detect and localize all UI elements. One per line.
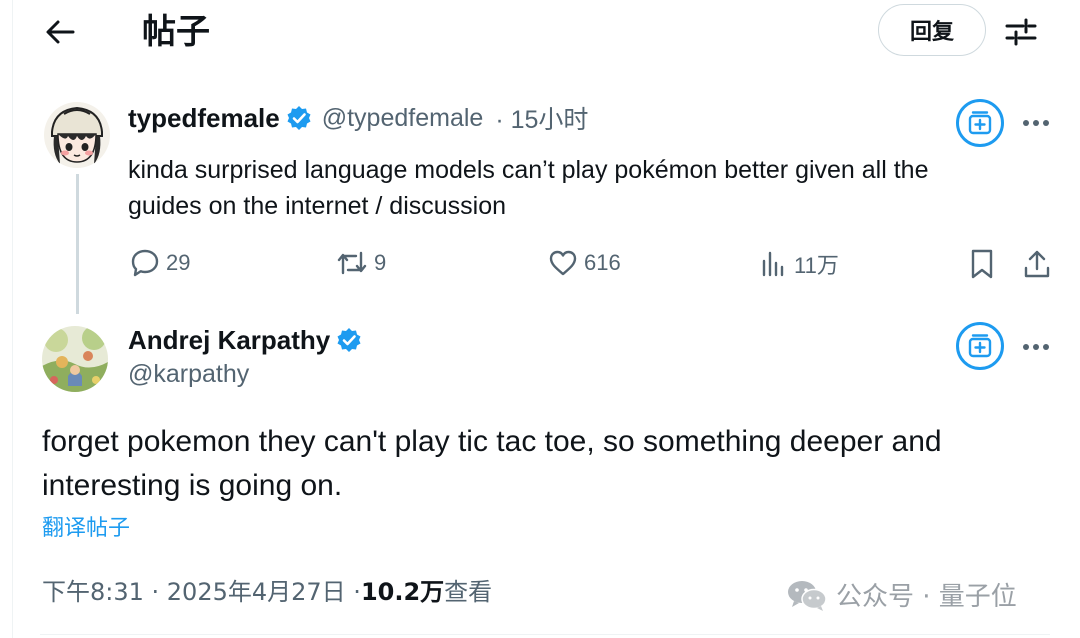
header: 帖子 回复 [0, 0, 1080, 64]
bookmark-icon [971, 249, 993, 279]
parent-time[interactable]: · 15小时 [495, 100, 588, 136]
like-action[interactable]: 616 [548, 248, 621, 278]
retweet-count: 9 [374, 250, 387, 275]
left-border [12, 0, 13, 638]
reply-bubble-icon [131, 249, 159, 277]
translate-post-link[interactable]: 翻译帖子 [42, 510, 130, 542]
back-arrow-icon [46, 20, 75, 44]
retweet-action[interactable]: 9 [336, 248, 386, 278]
reply-action[interactable]: 29 [130, 248, 190, 278]
grok-button-main[interactable] [956, 322, 1004, 370]
reply-count: 29 [166, 250, 191, 275]
views-action[interactable]: 11万 [760, 248, 839, 280]
watermark: 公众号 · 量子位 [786, 576, 1017, 613]
back-button[interactable] [40, 12, 80, 52]
more-dots-icon [1023, 120, 1049, 126]
sliders-icon [1005, 18, 1037, 46]
filter-button[interactable] [1000, 12, 1042, 52]
more-dots-icon [1023, 344, 1049, 350]
retweet-icon [337, 251, 367, 275]
heart-icon [549, 250, 577, 276]
page-title: 帖子 [142, 12, 210, 52]
share-icon [1024, 250, 1050, 278]
thread-connector-line [76, 174, 79, 314]
views-count: 11万 [794, 253, 839, 278]
timestamp-row: 下午8:31 · 2025年4月27日 · 10.2万 查看 [42, 572, 492, 607]
main-display-name[interactable]: Andrej Karpathy [128, 325, 330, 356]
more-options-button-parent[interactable] [1018, 108, 1054, 138]
main-text-line-1: forget pokemon they can't play tic tac t… [42, 425, 942, 458]
grok-icon [968, 334, 992, 358]
parent-author-row: typedfemale @typedfemale · 15小时 [128, 100, 588, 136]
parent-text-line-1: kinda surprised language models can’t pl… [128, 156, 929, 184]
post-views-label: 查看 [444, 578, 493, 606]
verified-badge-icon [286, 105, 312, 131]
main-text-line-2: interesting is going on. [42, 469, 343, 502]
main-handle[interactable]: @karpathy [128, 360, 249, 389]
parent-handle[interactable]: @typedfemale [322, 104, 484, 133]
bottom-divider [40, 634, 1050, 635]
post-timestamp[interactable]: 下午8:31 · 2025年4月27日 · [42, 572, 361, 607]
bookmark-action[interactable] [968, 248, 996, 280]
main-tweet-text: forget pokemon they can't play tic tac t… [42, 420, 1042, 508]
karpathy-avatar[interactable] [42, 326, 108, 392]
watermark-text: 公众号 · 量子位 [836, 582, 1017, 612]
more-options-button-main[interactable] [1018, 332, 1054, 362]
verified-badge-icon [336, 327, 362, 353]
like-count: 616 [584, 250, 621, 275]
grok-button-parent[interactable] [956, 99, 1004, 147]
parent-display-name[interactable]: typedfemale [128, 103, 280, 134]
main-author-row: Andrej Karpathy [128, 322, 362, 358]
parent-tweet-text: kinda surprised language models can’t pl… [128, 152, 1028, 224]
wechat-icon [788, 580, 827, 611]
parent-text-line-2: guides on the internet / discussion [128, 192, 507, 220]
grok-icon [968, 111, 992, 135]
typedfemale-avatar[interactable] [44, 102, 110, 168]
views-bar-chart-icon [762, 251, 784, 277]
post-views-count: 10.2万 [360, 578, 445, 606]
reply-button[interactable]: 回复 [878, 4, 986, 56]
share-action[interactable] [1022, 248, 1052, 280]
